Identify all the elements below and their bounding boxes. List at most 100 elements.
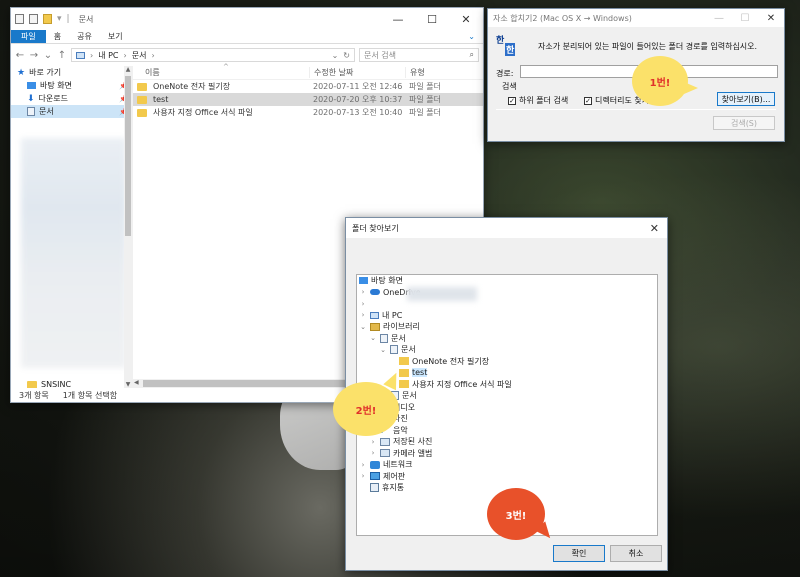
collapse-icon[interactable]: ⌄ xyxy=(369,334,377,342)
tree-label: 문서 xyxy=(402,391,417,401)
scroll-down-icon[interactable]: ▼ xyxy=(124,381,132,388)
chevron-right-icon: › xyxy=(151,50,155,60)
chevron-right-icon: › xyxy=(90,50,94,60)
file-date: 2020-07-11 오전 12:46 xyxy=(313,82,403,91)
tree-label: 사용자 지정 Office 서식 파일 xyxy=(412,379,512,389)
control-panel-icon xyxy=(370,472,380,481)
tree-label: 네트워크 xyxy=(383,460,413,470)
expand-icon[interactable]: › xyxy=(359,300,367,308)
browse-button[interactable]: 찾아보기(B)... xyxy=(717,92,775,106)
column-type[interactable]: 유형 xyxy=(405,67,465,78)
ok-button[interactable]: 확인 xyxy=(553,545,605,562)
breadcrumb-pc[interactable]: 내 PC xyxy=(98,50,118,61)
tree-documents2[interactable]: 문서 xyxy=(357,390,657,402)
tab-home[interactable]: 홈 xyxy=(46,30,69,43)
file-row-onenote[interactable]: OneNote 전자 필기장 2020-07-11 오전 12:46 파일 폴더 xyxy=(133,80,483,93)
breadcrumb-documents[interactable]: 문서 xyxy=(132,50,147,61)
column-name[interactable]: 이름 xyxy=(133,67,309,78)
pc-icon xyxy=(76,51,85,59)
tree-mypc[interactable]: › 내 PC xyxy=(357,310,657,322)
expand-icon[interactable]: › xyxy=(359,311,367,319)
close-icon[interactable]: ✕ xyxy=(449,13,483,26)
file-row-office[interactable]: 사용자 지정 Office 서식 파일 2020-07-13 오전 10:40 … xyxy=(133,106,483,119)
blurred-tree-item xyxy=(407,287,477,301)
refresh-icon[interactable]: ↻ xyxy=(343,51,350,60)
expand-icon[interactable]: › xyxy=(359,472,367,480)
search-group-label: 검색 xyxy=(502,82,517,91)
callout-step-1: 1번! xyxy=(632,56,688,106)
new-folder-icon[interactable] xyxy=(43,14,52,24)
camera-icon xyxy=(380,449,390,458)
title-divider: | xyxy=(66,14,70,24)
collapse-icon[interactable]: ⌄ xyxy=(379,346,387,354)
tree-documents-sub[interactable]: ⌄ 문서 xyxy=(357,344,657,356)
tree-label: 문서 xyxy=(401,345,416,355)
document-icon xyxy=(27,107,35,116)
tree-music[interactable]: › ♪ 음악 xyxy=(357,425,657,437)
tree-saved-photos[interactable]: › 저장된 사진 xyxy=(357,436,657,448)
minimize-icon[interactable]: — xyxy=(381,13,415,26)
tree-documents[interactable]: ⌄ 문서 xyxy=(357,333,657,345)
tab-share[interactable]: 공유 xyxy=(69,30,100,43)
cancel-button[interactable]: 취소 xyxy=(610,545,662,562)
tree-network[interactable]: › 네트워크 xyxy=(357,459,657,471)
search-box[interactable]: 문서 검색 ⌕ xyxy=(359,48,479,62)
download-icon: ⬇ xyxy=(27,93,35,104)
search-button[interactable]: 검색(S) xyxy=(713,116,775,130)
tree-blurred[interactable]: › xyxy=(357,298,657,310)
address-dropdown-icon[interactable]: ⌄ xyxy=(332,51,339,60)
close-icon[interactable]: ✕ xyxy=(758,13,784,24)
tree-office[interactable]: 사용자 지정 Office 서식 파일 xyxy=(357,379,657,391)
nav-snsinc[interactable]: SNSINC xyxy=(11,378,132,388)
properties-icon[interactable] xyxy=(15,14,24,24)
blurred-nav-items xyxy=(21,138,126,368)
nav-documents[interactable]: 문서 📌 xyxy=(11,105,132,118)
forward-arrow-icon[interactable]: → xyxy=(29,50,39,61)
recent-dropdown-icon[interactable]: ⌄ xyxy=(43,50,53,61)
scroll-left-icon[interactable]: ◀ xyxy=(134,379,139,386)
tree-onenote[interactable]: OneNote 전자 필기장 xyxy=(357,356,657,368)
tab-file[interactable]: 파일 xyxy=(11,30,46,43)
expand-icon[interactable]: › xyxy=(369,449,377,457)
maximize-icon[interactable]: ☐ xyxy=(732,13,758,24)
tree-control-panel[interactable]: › 제어판 xyxy=(357,471,657,483)
tab-view[interactable]: 보기 xyxy=(100,30,131,43)
column-date[interactable]: 수정한 날짜 xyxy=(309,67,405,78)
tree-camera[interactable]: › 카메라 앨범 xyxy=(357,448,657,460)
nav-label: 다운로드 xyxy=(38,94,68,103)
collapse-icon[interactable]: ⌄ xyxy=(359,323,367,331)
tree-onedrive[interactable]: › OneDrive xyxy=(357,287,657,299)
scroll-thumb[interactable] xyxy=(125,76,131,236)
tree-desktop[interactable]: 바탕 화면 xyxy=(357,275,657,287)
back-arrow-icon[interactable]: ← xyxy=(15,50,25,61)
logo-bottom: 한 xyxy=(505,43,516,56)
up-arrow-icon[interactable]: ↑ xyxy=(57,50,67,61)
tree-library[interactable]: ⌄ 라이브러리 xyxy=(357,321,657,333)
file-name: test xyxy=(153,95,169,104)
scroll-up-icon[interactable]: ▲ xyxy=(124,66,132,73)
address-bar[interactable]: › 내 PC › 문서 › ⌄ ↻ xyxy=(71,48,355,62)
tree-photos[interactable]: › 사진 xyxy=(357,413,657,425)
file-row-test[interactable]: test 2020-07-20 오후 10:37 파일 폴더 xyxy=(133,93,483,106)
expand-icon[interactable]: › xyxy=(369,438,377,446)
expand-icon[interactable]: › xyxy=(359,288,367,296)
maximize-icon[interactable]: ☐ xyxy=(415,13,449,26)
quick-access-dropdown-icon[interactable]: ▾ xyxy=(57,14,62,24)
document-icon xyxy=(380,333,388,343)
chevron-right-icon: › xyxy=(123,50,127,60)
nav-quick-access[interactable]: ★ 바로 가기 xyxy=(11,66,132,79)
folder-icon xyxy=(137,108,147,117)
dialog-title: 자소 합치기2 (Mac OS X → Windows) xyxy=(493,13,632,23)
ribbon-expand-icon[interactable]: ⌄ xyxy=(460,30,483,43)
subfolder-checkbox[interactable]: ✓ 하위 폴더 검색 xyxy=(508,95,568,106)
tree-video[interactable]: › 비디오 xyxy=(357,402,657,414)
expand-icon[interactable]: › xyxy=(359,461,367,469)
nav-desktop[interactable]: 바탕 화면 📌 xyxy=(11,79,132,92)
close-icon[interactable]: ✕ xyxy=(650,222,659,235)
folder-icon xyxy=(399,357,409,366)
checkbox-icon[interactable] xyxy=(29,14,38,24)
minimize-icon[interactable]: — xyxy=(706,13,732,24)
tree-label: 휴지통 xyxy=(382,483,405,493)
nav-scrollbar[interactable]: ▲ ▼ xyxy=(124,66,132,388)
nav-downloads[interactable]: ⬇ 다운로드 📌 xyxy=(11,92,132,105)
